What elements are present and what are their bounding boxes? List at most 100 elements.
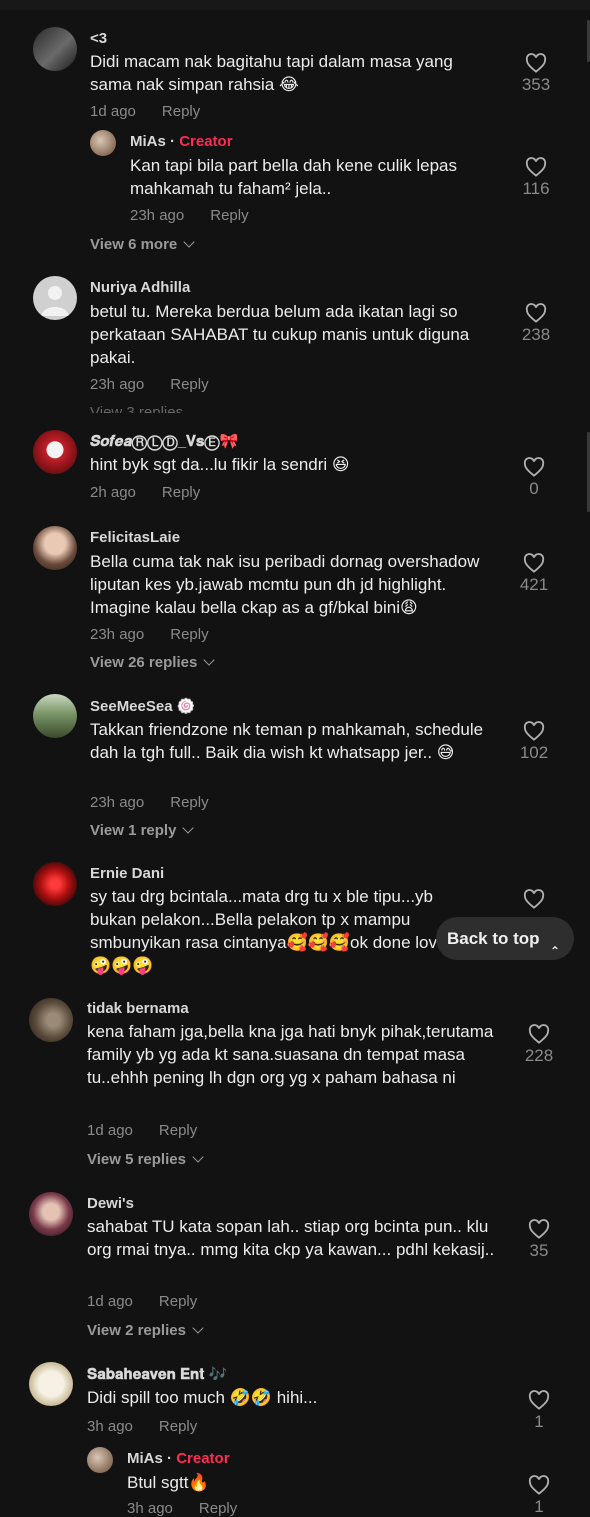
avatar[interactable]	[29, 1362, 73, 1406]
comment-time: 23h ago	[90, 626, 145, 643]
reply-author[interactable]: MiAs · Creator	[127, 1450, 230, 1467]
comment-meta: 1d ago Reply	[87, 1293, 197, 1310]
like-button[interactable]: 1	[519, 1475, 559, 1517]
top-edge	[0, 0, 590, 10]
reply-meta: 23h ago Reply	[130, 207, 249, 224]
view-more-replies[interactable]: View 6 more	[90, 236, 195, 253]
reply-button[interactable]: Reply	[170, 626, 208, 643]
comment-author[interactable]: 𝑺𝒐𝒇𝒆𝒂Ⓡ︎Ⓛ︎Ⓓ︎_𝐕𝐬Ⓔ︎🎀	[90, 432, 238, 450]
comment-time: 1d ago	[90, 103, 136, 120]
avatar[interactable]	[29, 998, 73, 1042]
avatar[interactable]	[33, 276, 77, 320]
comment-text: sy tau drg bcintala...mata drg tu x ble …	[90, 887, 447, 975]
reply-button[interactable]: Reply	[162, 103, 200, 120]
like-count: 116	[522, 179, 550, 198]
back-to-top-button[interactable]: Back to top ⌃	[436, 917, 574, 960]
comment-author[interactable]: Nuriya Adhilla	[90, 279, 190, 296]
comment-time: 23h ago	[90, 794, 145, 811]
avatar[interactable]	[90, 130, 116, 156]
avatar[interactable]	[29, 1192, 73, 1236]
view-more-replies[interactable]: View 2 replies	[87, 1322, 204, 1339]
view-more-replies[interactable]: View 26 replies	[90, 654, 215, 671]
comment-text: kena faham jga,bella kna jga hati bnyk p…	[87, 1022, 494, 1087]
comment-text: sahabat TU kata sopan lah.. stiap org bc…	[87, 1217, 495, 1259]
reply-time: 23h ago	[130, 207, 185, 224]
like-button[interactable]: 0	[514, 457, 554, 499]
chevron-down-icon	[203, 654, 215, 666]
comment-text: hint byk sgt da...lu fikir la sendri 😆	[90, 455, 350, 474]
heart-icon	[528, 1475, 550, 1495]
comment-author[interactable]: 𝐒𝐚𝐛𝐚𝐡𝐞𝐚𝐯𝐞𝐧 𝐄𝐧𝐭 🎶	[87, 1365, 227, 1383]
view-replies-cutoff[interactable]: View 3 replies	[90, 404, 183, 413]
reply-author-name: MiAs	[127, 1450, 163, 1467]
like-count: 238	[521, 325, 551, 344]
reply-author[interactable]: MiAs · Creator	[130, 133, 233, 150]
comment-text: betul tu. Mereka berdua belum ada ikatan…	[90, 302, 470, 367]
like-count: 1	[534, 1412, 544, 1431]
comment-author[interactable]: FelicitasLaie	[90, 529, 180, 546]
avatar[interactable]	[87, 1447, 113, 1473]
heart-icon	[523, 457, 545, 477]
like-button[interactable]	[514, 889, 554, 909]
comment-author[interactable]: SeeMeeSea 🍥	[90, 697, 195, 715]
like-count: 1	[534, 1497, 544, 1516]
reply-button[interactable]: Reply	[159, 1293, 197, 1310]
like-button[interactable]: 116	[516, 157, 556, 199]
heart-icon	[525, 53, 547, 73]
comment-meta: 2h ago Reply	[90, 484, 200, 501]
heart-icon	[523, 889, 545, 909]
reply-button[interactable]: Reply	[162, 484, 200, 501]
comment-author[interactable]: <3	[90, 30, 107, 47]
comment-author[interactable]: Ernie Dani	[90, 865, 164, 882]
like-count: 35	[529, 1241, 549, 1260]
view-more-label: View 5 replies	[87, 1151, 186, 1168]
creator-badge: Creator	[179, 133, 233, 150]
comment-text: Didi spill too much 🤣🤣 hihi...	[87, 1388, 318, 1407]
comment-time: 3h ago	[87, 1418, 133, 1435]
like-count: 102	[519, 743, 549, 762]
like-button[interactable]: 35	[519, 1219, 559, 1261]
heart-icon	[525, 157, 547, 177]
like-count: 0	[529, 479, 539, 498]
like-count: 421	[519, 575, 549, 594]
default-avatar-icon	[41, 286, 69, 316]
heart-icon	[523, 553, 545, 573]
reply-text: Kan tapi bila part bella dah kene culik …	[130, 156, 457, 198]
avatar[interactable]	[33, 27, 77, 71]
like-button[interactable]: 102	[514, 721, 554, 763]
avatar[interactable]	[33, 430, 77, 474]
view-more-label: View 6 more	[90, 236, 178, 253]
avatar[interactable]	[33, 526, 77, 570]
avatar[interactable]	[33, 862, 77, 906]
reply-button[interactable]: Reply	[170, 376, 208, 393]
view-more-replies[interactable]: View 5 replies	[87, 1151, 204, 1168]
comment-time: 1d ago	[87, 1122, 133, 1139]
reply-text: Btul sgtt🔥	[127, 1473, 210, 1492]
reply-button[interactable]: Reply	[210, 207, 248, 224]
reply-button[interactable]: Reply	[170, 794, 208, 811]
view-more-label: View 1 reply	[90, 822, 177, 839]
reply-button[interactable]: Reply	[159, 1122, 197, 1139]
heart-icon	[525, 303, 547, 323]
comment-meta: 3h ago Reply	[87, 1418, 197, 1435]
reply-button[interactable]: Reply	[159, 1418, 197, 1435]
like-button[interactable]: 1	[519, 1390, 559, 1432]
like-button[interactable]: 228	[519, 1024, 559, 1066]
view-more-replies[interactable]: View 1 reply	[90, 822, 195, 839]
like-button[interactable]: 353	[516, 53, 556, 95]
like-button[interactable]: 421	[514, 553, 554, 595]
like-count: 353	[521, 75, 551, 94]
comment-time: 1d ago	[87, 1293, 133, 1310]
like-button[interactable]: 238	[516, 303, 556, 345]
comment-author[interactable]: Dewi's	[87, 1195, 134, 1212]
comment-author[interactable]: tidak bernama	[87, 1000, 189, 1017]
avatar[interactable]	[33, 694, 77, 738]
comment-text: Takkan friendzone nk teman p mahkamah, s…	[90, 720, 484, 762]
creator-badge: Creator	[176, 1450, 230, 1467]
reply-author-name: MiAs	[130, 133, 166, 150]
chevron-down-icon	[192, 1322, 204, 1334]
comment-meta: 1d ago Reply	[90, 103, 200, 120]
like-count: 228	[524, 1046, 554, 1065]
chevron-down-icon	[182, 822, 195, 834]
heart-icon	[523, 721, 545, 741]
